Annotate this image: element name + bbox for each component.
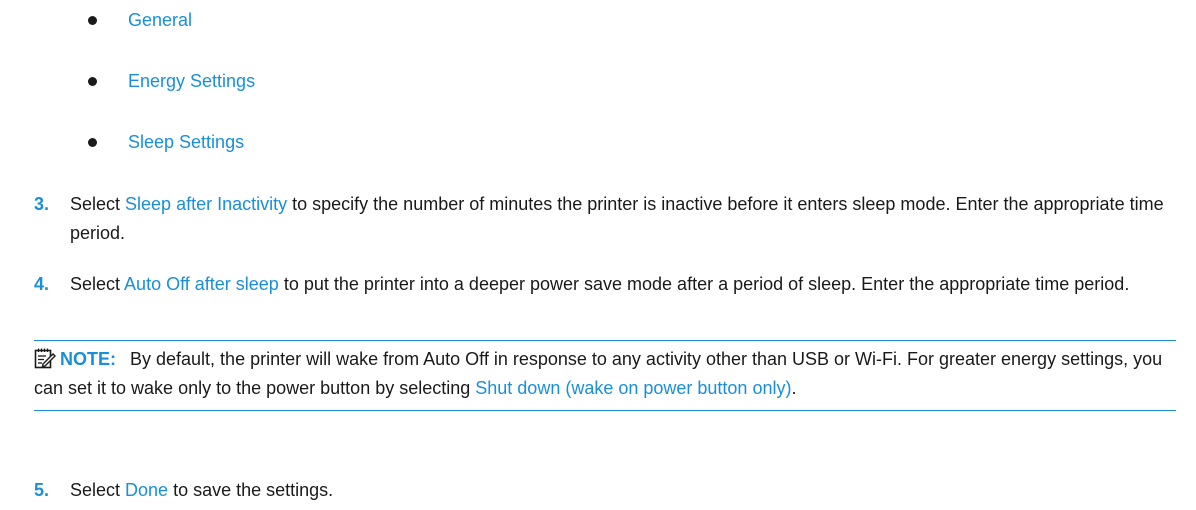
bullet-dot bbox=[88, 15, 97, 25]
step-text: Select Auto Off after sleep to put the p… bbox=[70, 270, 1170, 299]
general-link[interactable]: General bbox=[128, 10, 192, 31]
step-text: Select Sleep after Inactivity to specify… bbox=[70, 190, 1170, 248]
step-text: Select Done to save the settings. bbox=[70, 476, 1170, 505]
step-number: 4. bbox=[34, 274, 50, 294]
step-text-pre: Select bbox=[70, 194, 126, 214]
note-end: . bbox=[791, 378, 797, 398]
bullet-item-energy-settings: Energy Settings bbox=[88, 67, 255, 95]
shut-down-link[interactable]: Shut down (wake on power button only) bbox=[475, 378, 791, 398]
note-box: NOTE: By default, the printer will wake f… bbox=[34, 340, 1176, 411]
note-label: NOTE: bbox=[60, 349, 116, 369]
step-text-post: to save the settings. bbox=[168, 480, 334, 500]
step-3: 3. Select Sleep after Inactivity to spec… bbox=[34, 190, 1174, 248]
step-text-post: to put the printer into a deeper power s… bbox=[278, 274, 1130, 294]
bullet-dot bbox=[88, 137, 97, 147]
step-text-pre: Select bbox=[70, 274, 125, 294]
step-number: 3. bbox=[34, 194, 50, 214]
step-4: 4. Select Auto Off after sleep to put th… bbox=[34, 270, 1174, 299]
step-5: 5. Select Done to save the settings. bbox=[34, 476, 1174, 505]
done-link[interactable]: Done bbox=[125, 480, 168, 500]
bullet-item-general: General bbox=[88, 6, 192, 34]
sleep-after-inactivity-link[interactable]: Sleep after Inactivity bbox=[125, 194, 287, 214]
bullet-item-sleep-settings: Sleep Settings bbox=[88, 128, 244, 156]
energy-settings-link[interactable]: Energy Settings bbox=[128, 71, 255, 92]
step-text-pre: Select bbox=[70, 480, 126, 500]
step-number: 5. bbox=[34, 480, 50, 500]
sleep-settings-link[interactable]: Sleep Settings bbox=[128, 132, 244, 153]
bullet-dot bbox=[88, 76, 97, 86]
auto-off-after-sleep-link[interactable]: Auto Off after sleep bbox=[124, 274, 279, 294]
note-pencil-icon bbox=[34, 348, 56, 369]
